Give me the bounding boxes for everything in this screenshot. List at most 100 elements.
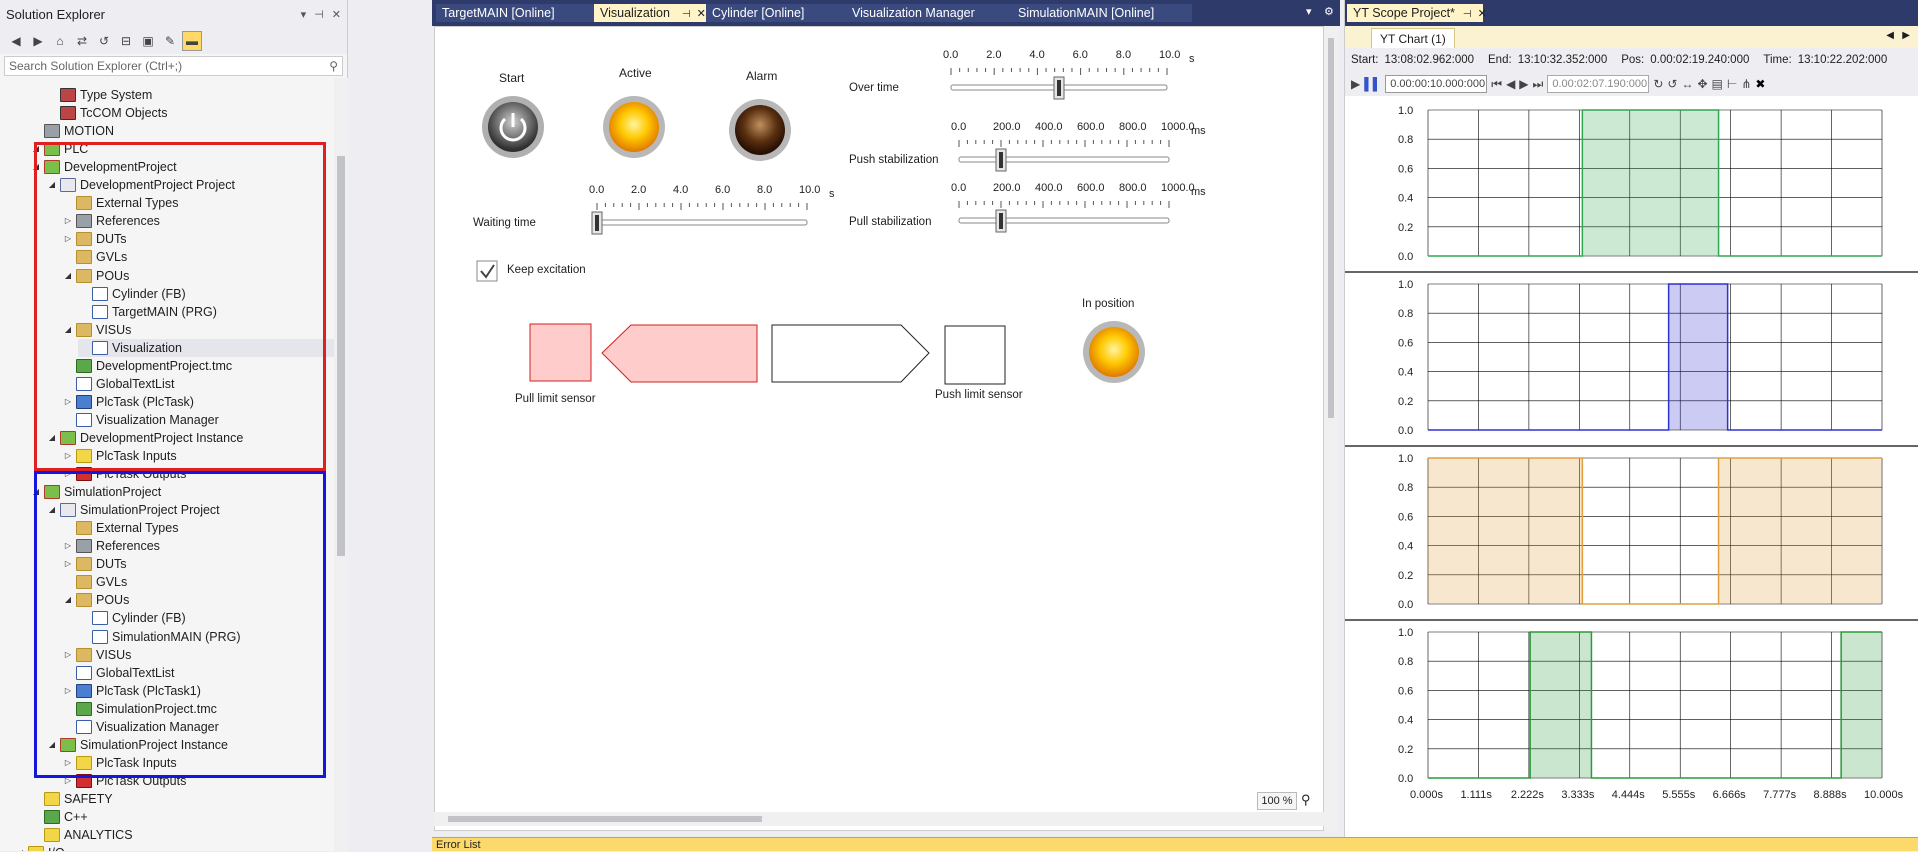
move-icon[interactable]: ✥ bbox=[1697, 77, 1707, 91]
push-limit-sensor-box bbox=[944, 325, 1006, 385]
tree-item[interactable]: ◢ I/O bbox=[14, 844, 334, 851]
pin-icon[interactable]: ⊣ bbox=[1463, 9, 1472, 20]
over-time-slider-tick-label: 6.0 bbox=[1073, 49, 1088, 61]
solution-explorer-titlebar: Solution Explorer ▾ ⊣ ✕ bbox=[0, 0, 347, 28]
tree-item[interactable]: C++ bbox=[30, 808, 334, 826]
zoom-indicator[interactable]: 100 % bbox=[1257, 792, 1297, 810]
y-tick-label: 1.0 bbox=[1398, 627, 1413, 639]
tab-dropdown-icon[interactable]: ▾ bbox=[1306, 5, 1312, 18]
editor-vscrollbar[interactable] bbox=[1324, 26, 1338, 832]
tab-visualization-manager[interactable]: Visualization Manager bbox=[846, 4, 1012, 22]
forward-icon[interactable]: ▶ bbox=[28, 31, 48, 51]
waiting-time-slider-track[interactable] bbox=[596, 219, 808, 226]
scrollbar-thumb[interactable] bbox=[337, 156, 345, 556]
pull-stabilization-slider-tick-label: 600.0 bbox=[1077, 182, 1105, 194]
tab-yt-chart[interactable]: YT Chart (1) bbox=[1371, 28, 1455, 48]
tree-item-label: ANALYTICS bbox=[64, 828, 133, 843]
properties-icon[interactable]: ✎ bbox=[160, 31, 180, 51]
reset-icon[interactable]: ↺ bbox=[1667, 77, 1677, 91]
push-stabilization-slider-tick-label: 0.0 bbox=[951, 121, 966, 133]
dropdown-icon[interactable]: ▾ bbox=[301, 8, 307, 21]
series-area bbox=[1428, 284, 1882, 430]
preview-icon[interactable]: ▬ bbox=[182, 31, 202, 51]
scroll-right-icon[interactable]: ▶ bbox=[1902, 30, 1910, 41]
expand-arrow-icon[interactable]: ◢ bbox=[14, 844, 26, 851]
x-tick-label: 2.222s bbox=[1511, 789, 1545, 801]
time-offset-field[interactable]: 0.00:02:07.190:000 bbox=[1547, 75, 1650, 93]
pause-icon[interactable]: ▌▌ bbox=[1364, 77, 1381, 91]
error-list-bar[interactable]: Error List bbox=[432, 837, 1918, 851]
scope-chart-3: 0.0 0.2 0.4 0.6 0.8 1.0 bbox=[1345, 445, 1918, 611]
x-tick-label: 7.777s bbox=[1763, 789, 1797, 801]
switch-views-icon[interactable]: ⇄ bbox=[72, 31, 92, 51]
axis-icon[interactable]: ⊢ bbox=[1727, 77, 1737, 91]
active-label: Active bbox=[619, 66, 652, 80]
scope-info-bar: Start: 13:08:02.962:000 End: 13:10:32.35… bbox=[1345, 48, 1918, 72]
waiting-time-slider-tick-label: 2.0 bbox=[631, 184, 646, 196]
zoom-icon[interactable]: ⚲ bbox=[1301, 792, 1311, 808]
back-icon[interactable]: ◀ bbox=[6, 31, 26, 51]
scope-chart-4: 0.0 0.2 0.4 0.6 0.8 1.0 0.000s 1.111s 2.222s 3.33… bbox=[1345, 619, 1918, 801]
tree-item[interactable]: SAFETY bbox=[30, 790, 334, 808]
collapse-all-icon[interactable]: ⊟ bbox=[116, 31, 136, 51]
pin-icon[interactable]: ⊣ bbox=[682, 9, 691, 20]
error-list-title: Error List bbox=[436, 839, 481, 851]
start-time-label: Start: bbox=[1351, 54, 1379, 66]
search-icon[interactable]: ⚲ bbox=[329, 59, 342, 73]
gray-node-icon bbox=[44, 124, 60, 139]
y-tick-label: 0.2 bbox=[1398, 744, 1413, 756]
editor-hscrollbar[interactable] bbox=[434, 812, 1324, 826]
y-tick-label: 0.8 bbox=[1398, 482, 1413, 494]
tree-item[interactable]: ANALYTICS bbox=[30, 826, 334, 844]
time-value: 13:10:22.202:000 bbox=[1797, 54, 1888, 66]
tree-scrollbar[interactable] bbox=[334, 78, 348, 851]
search-box[interactable]: Search Solution Explorer (Ctrl+;) ⚲ bbox=[4, 56, 343, 76]
tab-simulationmain[interactable]: SimulationMAIN [Online] bbox=[1012, 4, 1192, 22]
close-icon[interactable]: ✕ bbox=[697, 8, 706, 20]
pin-icon[interactable]: ⊣ bbox=[314, 8, 324, 21]
search-input[interactable]: Search Solution Explorer (Ctrl+;) bbox=[9, 59, 329, 73]
tree-item[interactable]: Type System bbox=[46, 86, 334, 104]
next-icon[interactable]: ▶ bbox=[1519, 77, 1528, 91]
refresh-icon[interactable]: ↻ bbox=[1653, 77, 1663, 91]
pull-stabilization-slider-track[interactable] bbox=[958, 217, 1170, 224]
scroll-left-icon[interactable]: ◀ bbox=[1886, 30, 1894, 41]
home-icon[interactable]: ⌂ bbox=[50, 31, 70, 51]
show-all-icon[interactable]: ▣ bbox=[138, 31, 158, 51]
y-tick-label: 0.0 bbox=[1398, 599, 1413, 611]
close-icon[interactable]: ✕ bbox=[332, 8, 341, 21]
last-icon[interactable]: ⏭ bbox=[1533, 77, 1544, 92]
pan-icon[interactable]: ↔ bbox=[1681, 77, 1693, 91]
scope-charts: 0.00.20.40.60.81.00.00.20.40.60.81.00.00… bbox=[1345, 105, 1918, 801]
tab-visualization[interactable]: Visualization ⊣ ✕ bbox=[594, 4, 706, 22]
history-icon[interactable]: ↺ bbox=[94, 31, 114, 51]
chart-icon[interactable]: ▤ bbox=[1712, 77, 1723, 91]
push-stabilization-slider-track[interactable] bbox=[958, 156, 1170, 163]
keep-excitation-label: Keep excitation bbox=[507, 264, 586, 276]
tree-item[interactable]: TcCOM Objects bbox=[46, 104, 334, 122]
waiting-time-slider-handle-grip bbox=[595, 215, 599, 231]
cylinder-push-arrow bbox=[771, 324, 930, 383]
tab-cylinder[interactable]: Cylinder [Online] bbox=[706, 4, 846, 22]
time-span-field[interactable]: 0.00:00:10.000:000 bbox=[1385, 75, 1488, 93]
over-time-slider-tick-label: 0.0 bbox=[943, 49, 958, 61]
cursor-icon[interactable]: ⋔ bbox=[1741, 77, 1751, 91]
prev-icon[interactable]: ◀ bbox=[1506, 77, 1515, 91]
keep-excitation-checkbox[interactable] bbox=[476, 260, 498, 282]
clear-icon[interactable]: ✖ bbox=[1755, 77, 1765, 91]
tab-targetmain[interactable]: TargetMAIN [Online] bbox=[436, 4, 594, 22]
first-icon[interactable]: ⏮ bbox=[1491, 77, 1502, 92]
over-time-slider-tick-label: 2.0 bbox=[986, 49, 1001, 61]
vscroll-thumb[interactable] bbox=[1328, 38, 1334, 418]
visualization-canvas: 0.0 2.0 4.0 6.0 8.0 10.0 s 0.0 200.0 400.0 600.0 80… bbox=[434, 26, 1324, 831]
editor-area: TargetMAIN [Online] Visualization ⊣ ✕ Cyli… bbox=[432, 0, 1340, 851]
tab-yt-scope-project[interactable]: YT Scope Project* ⊣ ✕ bbox=[1347, 4, 1487, 22]
y-tick-label: 0.4 bbox=[1398, 193, 1413, 205]
close-icon[interactable]: ✕ bbox=[1478, 8, 1487, 20]
y-tick-label: 0.2 bbox=[1398, 396, 1413, 408]
alarm-label: Alarm bbox=[746, 69, 778, 83]
hscroll-thumb[interactable] bbox=[448, 816, 762, 822]
settings-icon[interactable]: ⚙ bbox=[1324, 5, 1334, 18]
play-icon[interactable]: ▶ bbox=[1351, 77, 1360, 91]
tree-item[interactable]: MOTION bbox=[30, 122, 334, 140]
